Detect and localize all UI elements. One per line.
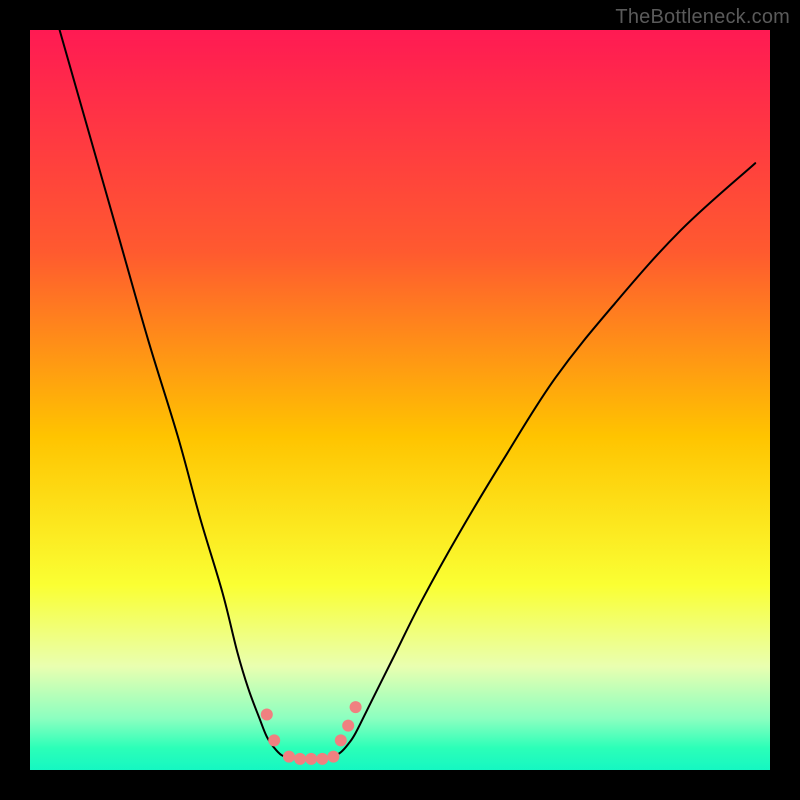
marker-point <box>316 753 328 765</box>
curve-right-branch <box>333 163 755 756</box>
marker-point <box>305 753 317 765</box>
curve-left-branch <box>60 30 289 757</box>
watermark-text: TheBottleneck.com <box>615 6 790 29</box>
marker-point <box>261 709 273 721</box>
marker-point <box>342 720 354 732</box>
marker-point <box>327 751 339 763</box>
plot-area <box>30 30 770 770</box>
marker-point <box>350 701 362 713</box>
outer-frame: TheBottleneck.com <box>0 0 800 800</box>
plot-svg <box>30 30 770 770</box>
marker-point <box>294 753 306 765</box>
marker-point <box>283 751 295 763</box>
marker-point <box>335 734 347 746</box>
curve-group <box>60 30 756 759</box>
marker-point <box>268 734 280 746</box>
marker-group <box>261 701 362 765</box>
